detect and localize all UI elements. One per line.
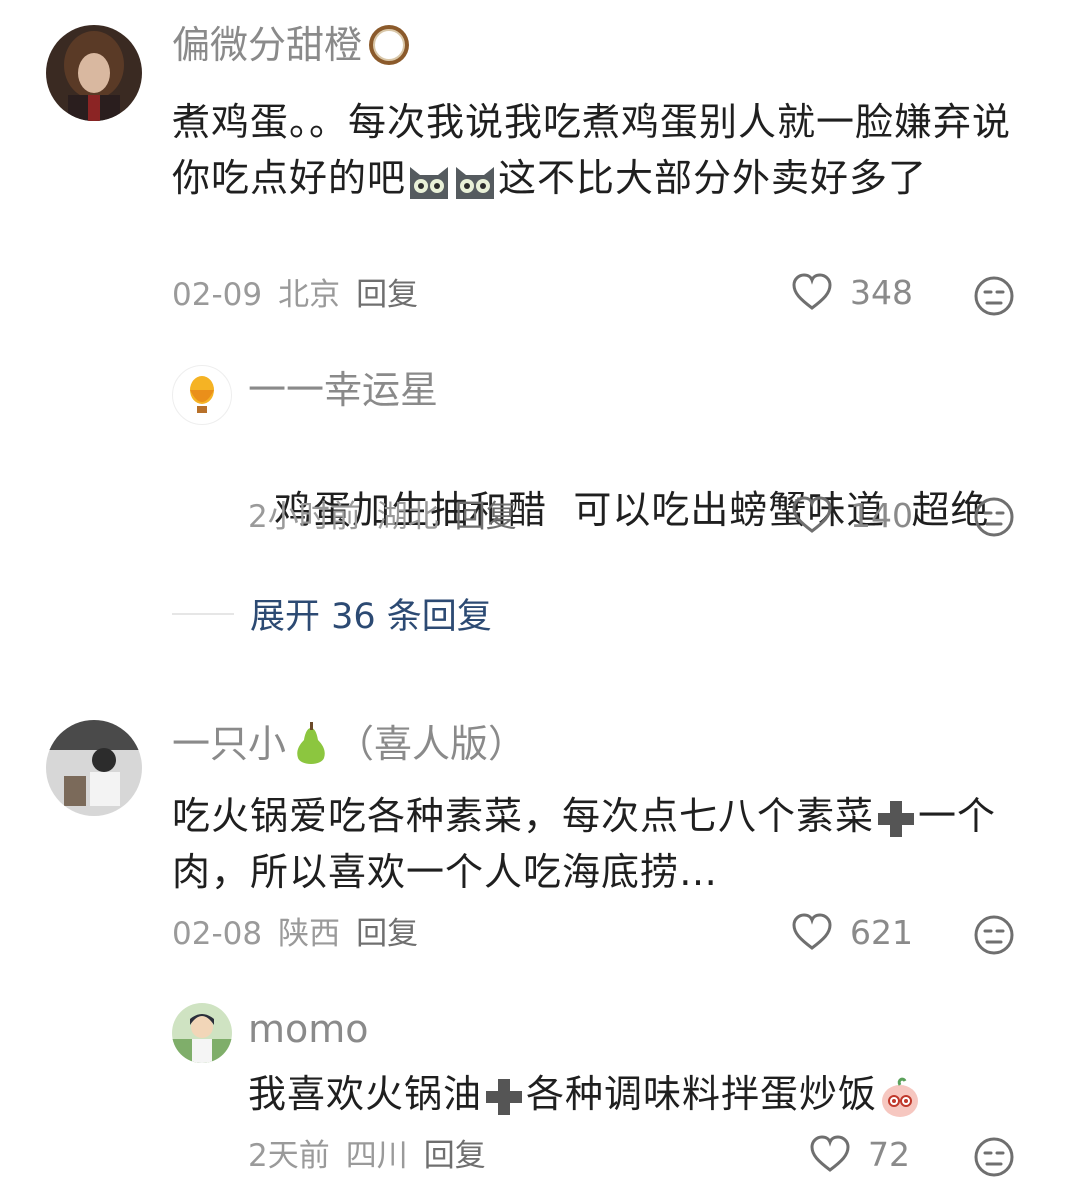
avatar[interactable] <box>46 720 142 816</box>
reply-date: 2小时前 <box>248 499 361 535</box>
comment-location: 北京 <box>278 277 341 313</box>
reply-content: 我喜欢火锅油 各种调味料拌蛋炒饭 <box>248 1066 1038 1122</box>
comment-username[interactable]: 一只小 （喜人版） <box>172 720 526 768</box>
peach-face-icon <box>882 1077 919 1117</box>
plus-icon <box>486 1078 523 1115</box>
comment-content: 吃火锅爱吃各种素菜，每次点七八个素菜 一个肉，所以喜欢一个人吃海底捞… <box>172 794 997 894</box>
like-button[interactable]: 72 <box>808 1134 910 1174</box>
user-avatar-image <box>46 720 142 816</box>
avatar[interactable] <box>46 25 142 121</box>
avatar[interactable] <box>172 1003 232 1063</box>
pear-icon <box>297 722 325 764</box>
like-count: 621 <box>850 912 913 952</box>
like-count: 72 <box>868 1134 910 1174</box>
like-button[interactable]: 621 <box>790 912 913 952</box>
reply-username[interactable]: momo <box>248 1006 369 1052</box>
reply-username[interactable]: 一一幸运星 <box>248 367 438 413</box>
comment-location: 陕西 <box>278 916 341 952</box>
comment-username[interactable]: 偏微分甜橙 <box>172 22 412 68</box>
reply-button[interactable]: 回复 <box>424 1136 486 1176</box>
balloon-icon <box>190 376 214 413</box>
heart-icon <box>810 1135 850 1172</box>
like-count: 140 <box>850 495 913 535</box>
heart-icon <box>792 913 832 950</box>
like-button[interactable]: 140 <box>790 495 913 535</box>
cat-face-icon <box>410 166 449 199</box>
comment-date: 02-09 <box>172 277 263 313</box>
dislike-icon[interactable] <box>973 496 1015 538</box>
comment-meta: 02-09 北京 回复 <box>172 275 418 315</box>
comment-content: 煮鸡蛋。。每次我说我吃煮鸡蛋别人就一脸嫌弃说你吃点好的吧 这不比大部分外卖好多了 <box>172 94 1032 206</box>
expand-replies-button[interactable]: 展开 36 条回复 <box>172 588 492 639</box>
reply-meta: 2天前 四川 回复 <box>248 1136 486 1176</box>
reply-button[interactable]: 回复 <box>356 914 418 954</box>
user-avatar-image <box>172 1003 232 1063</box>
avatar[interactable] <box>172 365 232 425</box>
like-count: 348 <box>850 272 913 312</box>
reply-location: 湖北 <box>376 499 439 535</box>
heart-icon <box>792 273 832 310</box>
reply-meta: 2小时前 湖北 回复 <box>248 497 517 537</box>
cat-face-icon <box>456 166 495 199</box>
coconut-icon <box>369 25 410 65</box>
plus-icon <box>878 800 915 837</box>
user-avatar-image <box>46 25 142 121</box>
dislike-icon[interactable] <box>973 275 1015 317</box>
divider <box>172 612 234 615</box>
comment-meta: 02-08 陕西 回复 <box>172 914 418 954</box>
reply-date: 2天前 <box>248 1138 330 1174</box>
like-button[interactable]: 348 <box>790 272 913 312</box>
reply-button[interactable]: 回复 <box>455 497 517 537</box>
heart-icon <box>792 496 832 533</box>
dislike-icon[interactable] <box>973 1136 1015 1178</box>
dislike-icon[interactable] <box>973 914 1015 956</box>
reply-button[interactable]: 回复 <box>356 275 418 315</box>
reply-location: 四川 <box>345 1138 408 1174</box>
comment-date: 02-08 <box>172 916 263 952</box>
